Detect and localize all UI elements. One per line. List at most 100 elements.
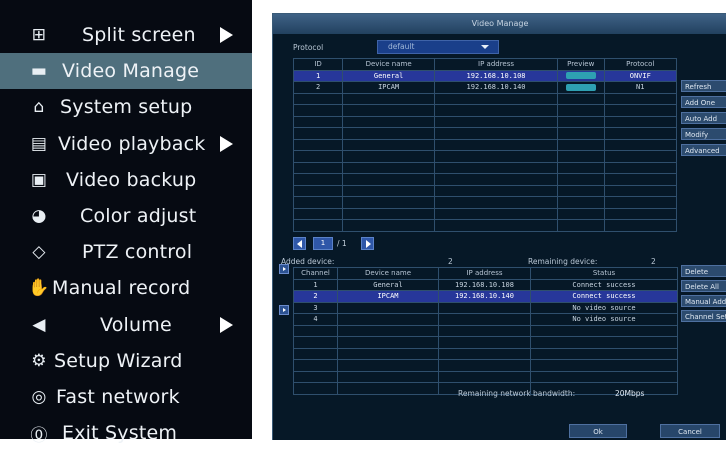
empty-cell (292, 104, 344, 117)
empty-cell (292, 150, 344, 163)
table-cell: 192.168.10.140 (434, 81, 558, 94)
menu-item-label: Video Manage (62, 60, 200, 83)
empty-cell (342, 127, 436, 140)
empty-cell (292, 184, 344, 197)
scroll-up-button[interactable] (279, 264, 289, 274)
empty-cell (337, 359, 439, 372)
menu-item-label: Volume (100, 313, 172, 336)
empty-row (293, 359, 678, 372)
empty-cell (434, 138, 558, 151)
protocol-select[interactable]: default (377, 40, 499, 54)
table-row[interactable]: 4 No video source (293, 313, 678, 326)
empty-cell (434, 184, 558, 197)
ok-button[interactable]: Ok (569, 424, 627, 438)
empty-cell (337, 382, 439, 395)
preview-icon[interactable] (565, 72, 596, 80)
empty-cell (342, 138, 436, 151)
manual-add-button[interactable]: Manual Add (681, 295, 726, 307)
auto-add-button[interactable]: Auto Add (681, 112, 726, 124)
empty-cell (292, 196, 344, 209)
empty-row (293, 324, 678, 337)
column-header: Device name (337, 267, 439, 280)
channel-set-button[interactable]: Channel Set (681, 310, 726, 322)
menu-item-manual-record[interactable]: ✋ Manual record (0, 270, 252, 306)
empty-row (292, 219, 678, 232)
scroll-down-button[interactable] (279, 305, 289, 315)
empty-cell (434, 127, 558, 140)
empty-cell (342, 196, 436, 209)
empty-cell (293, 382, 338, 395)
menu-item-label: Split screen (82, 24, 196, 46)
delete-all-button[interactable]: Delete All (681, 280, 726, 292)
menu-item-system-setup[interactable]: ⌂ System setup (0, 89, 252, 125)
camera-icon: ▬ (30, 61, 48, 82)
empty-cell (293, 347, 338, 360)
menu-item-label: System setup (60, 96, 193, 119)
empty-row (292, 161, 678, 174)
menu-item-setup-wizard[interactable]: ⚙ Setup Wizard (0, 343, 252, 379)
empty-cell (434, 150, 558, 163)
empty-cell (438, 359, 531, 372)
empty-row (293, 370, 678, 383)
empty-cell (603, 138, 678, 151)
preview-cell (556, 69, 605, 82)
empty-cell (603, 92, 678, 105)
cancel-button[interactable]: Cancel (660, 424, 720, 438)
empty-row (292, 115, 678, 128)
menu-item-volume[interactable]: ◀ Volume (0, 307, 252, 343)
remaining-device-label: Remaining device: (528, 257, 598, 266)
table-row[interactable]: 3 No video source (293, 301, 678, 314)
column-header: ID (292, 58, 344, 71)
preview-icon[interactable] (565, 83, 596, 91)
menu-item-color-adjust[interactable]: ◕ Color adjust (0, 198, 252, 234)
empty-cell (337, 370, 439, 383)
bandwidth-value: 20Mbps (615, 389, 645, 398)
submenu-arrow-icon (220, 135, 233, 152)
table-cell: N1 (603, 81, 678, 94)
menu-item-label: Setup Wizard (54, 349, 183, 372)
table-cell: 192.168.10.108 (438, 278, 531, 291)
menu-item-exit-system[interactable]: ⓪ Exit System (0, 415, 252, 451)
wizard-icon: ⚙ (31, 350, 47, 371)
next-page-button[interactable] (361, 237, 374, 250)
menu-item-video-playback[interactable]: ▤ Video playback (0, 126, 252, 162)
empty-cell (556, 138, 605, 151)
column-header: Protocol (603, 58, 678, 71)
protocol-label: Protocol (293, 43, 324, 52)
empty-cell (337, 336, 439, 349)
menu-item-video-manage[interactable]: ▬ Video Manage (0, 53, 252, 90)
menu-item-label: Manual record (52, 277, 191, 300)
advanced-button[interactable]: Advanced (681, 144, 726, 156)
empty-cell (530, 370, 678, 383)
globe-icon: ◎ (31, 387, 47, 407)
empty-cell (603, 219, 678, 232)
empty-cell (293, 370, 338, 383)
add-one-button[interactable]: Add One (681, 96, 726, 108)
modify-button[interactable]: Modify (681, 128, 726, 140)
menu-item-split-screen[interactable]: ⊞ Split screen (0, 17, 252, 53)
refresh-button[interactable]: Refresh (681, 80, 726, 92)
table-row[interactable]: 1 General 192.168.10.108 Connect success (293, 278, 678, 291)
table-cell: 2 (292, 81, 344, 94)
empty-cell (342, 115, 436, 128)
empty-cell (556, 173, 605, 186)
empty-cell (556, 150, 605, 163)
menu-item-label: PTZ control (82, 241, 193, 264)
table-row[interactable]: 1 General 192.168.10.108 ONVIF (292, 69, 678, 82)
empty-cell (292, 115, 344, 128)
menu-item-video-backup[interactable]: ▣ Video backup (0, 162, 252, 198)
delete-button[interactable]: Delete (681, 265, 726, 277)
empty-cell (530, 347, 678, 360)
empty-cell (293, 324, 338, 337)
prev-page-button[interactable] (293, 237, 306, 250)
empty-row (292, 92, 678, 105)
table-cell: Connect success (530, 278, 678, 291)
empty-cell (434, 207, 558, 220)
table-row[interactable]: 2 IPCAM 192.168.10.140 Connect success (293, 290, 678, 303)
menu-item-fast-network[interactable]: ◎ Fast network (0, 379, 252, 415)
table-row[interactable]: 2 IPCAM 192.168.10.140 N1 (292, 81, 678, 94)
added-device-count: 2 (448, 257, 453, 266)
column-header: Status (530, 267, 678, 280)
empty-cell (556, 92, 605, 105)
menu-item-ptz-control[interactable]: ◇ PTZ control (0, 234, 252, 270)
